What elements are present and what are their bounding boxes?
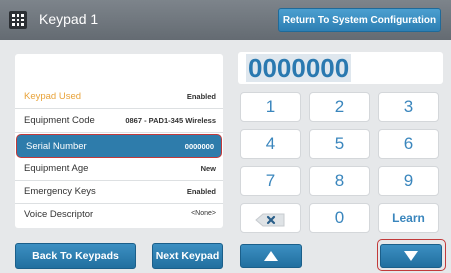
detail-label: Equipment Age <box>24 163 89 174</box>
backspace-icon <box>255 213 285 227</box>
grid-icon[interactable] <box>9 11 27 29</box>
key-5[interactable]: 5 <box>309 129 370 159</box>
page-title: Keypad 1 <box>39 11 99 27</box>
detail-label: Voice Descriptor <box>24 209 94 220</box>
detail-label: Emergency Keys <box>24 186 96 197</box>
detail-value: <None> <box>191 210 216 217</box>
key-1[interactable]: 1 <box>240 92 301 122</box>
key-2[interactable]: 2 <box>309 92 370 122</box>
detail-row-emergency-keys[interactable]: Emergency Keys Enabled <box>15 180 223 204</box>
code-display: 0000000 <box>238 52 443 84</box>
return-to-system-configuration-button[interactable]: Return To System Configuration <box>278 8 441 32</box>
top-bar: Keypad 1 Return To System Configuration <box>0 0 451 40</box>
details-panel: Keypad Used Enabled Equipment Code 0867 … <box>15 54 223 228</box>
code-display-value: 0000000 <box>246 53 352 83</box>
detail-value: 0867 - PAD1-345 Wireless <box>125 116 216 125</box>
detail-label: Serial Number <box>26 141 87 152</box>
key-0[interactable]: 0 <box>309 203 370 233</box>
selection-highlight <box>377 239 446 271</box>
learn-button[interactable]: Learn <box>378 203 439 233</box>
key-6[interactable]: 6 <box>378 129 439 159</box>
arrow-up-button[interactable] <box>240 244 302 268</box>
key-4[interactable]: 4 <box>240 129 301 159</box>
arrow-up-icon <box>264 251 278 261</box>
detail-value: Enabled <box>186 187 216 196</box>
key-3[interactable]: 3 <box>378 92 439 122</box>
back-to-keypads-button[interactable]: Back To Keypads <box>15 243 136 269</box>
detail-label: Equipment Code <box>24 115 95 126</box>
detail-row-serial-number[interactable]: Serial Number 0000000 <box>16 134 222 158</box>
detail-value: Enabled <box>186 92 216 101</box>
key-8[interactable]: 8 <box>309 166 370 196</box>
detail-row-equipment-code[interactable]: Equipment Code 0867 - PAD1-345 Wireless <box>15 109 223 133</box>
detail-row-voice-descriptor[interactable]: Voice Descriptor <None> <box>15 203 223 227</box>
detail-value: New <box>200 164 216 173</box>
detail-row-keypad-used[interactable]: Keypad Used Enabled <box>15 85 223 109</box>
backspace-key[interactable] <box>240 203 301 233</box>
key-7[interactable]: 7 <box>240 166 301 196</box>
key-9[interactable]: 9 <box>378 166 439 196</box>
next-keypad-button[interactable]: Next Keypad <box>152 243 223 269</box>
detail-label: Keypad Used <box>24 91 82 102</box>
detail-row-equipment-age[interactable]: Equipment Age New <box>15 157 223 181</box>
detail-value: 0000000 <box>184 142 214 151</box>
